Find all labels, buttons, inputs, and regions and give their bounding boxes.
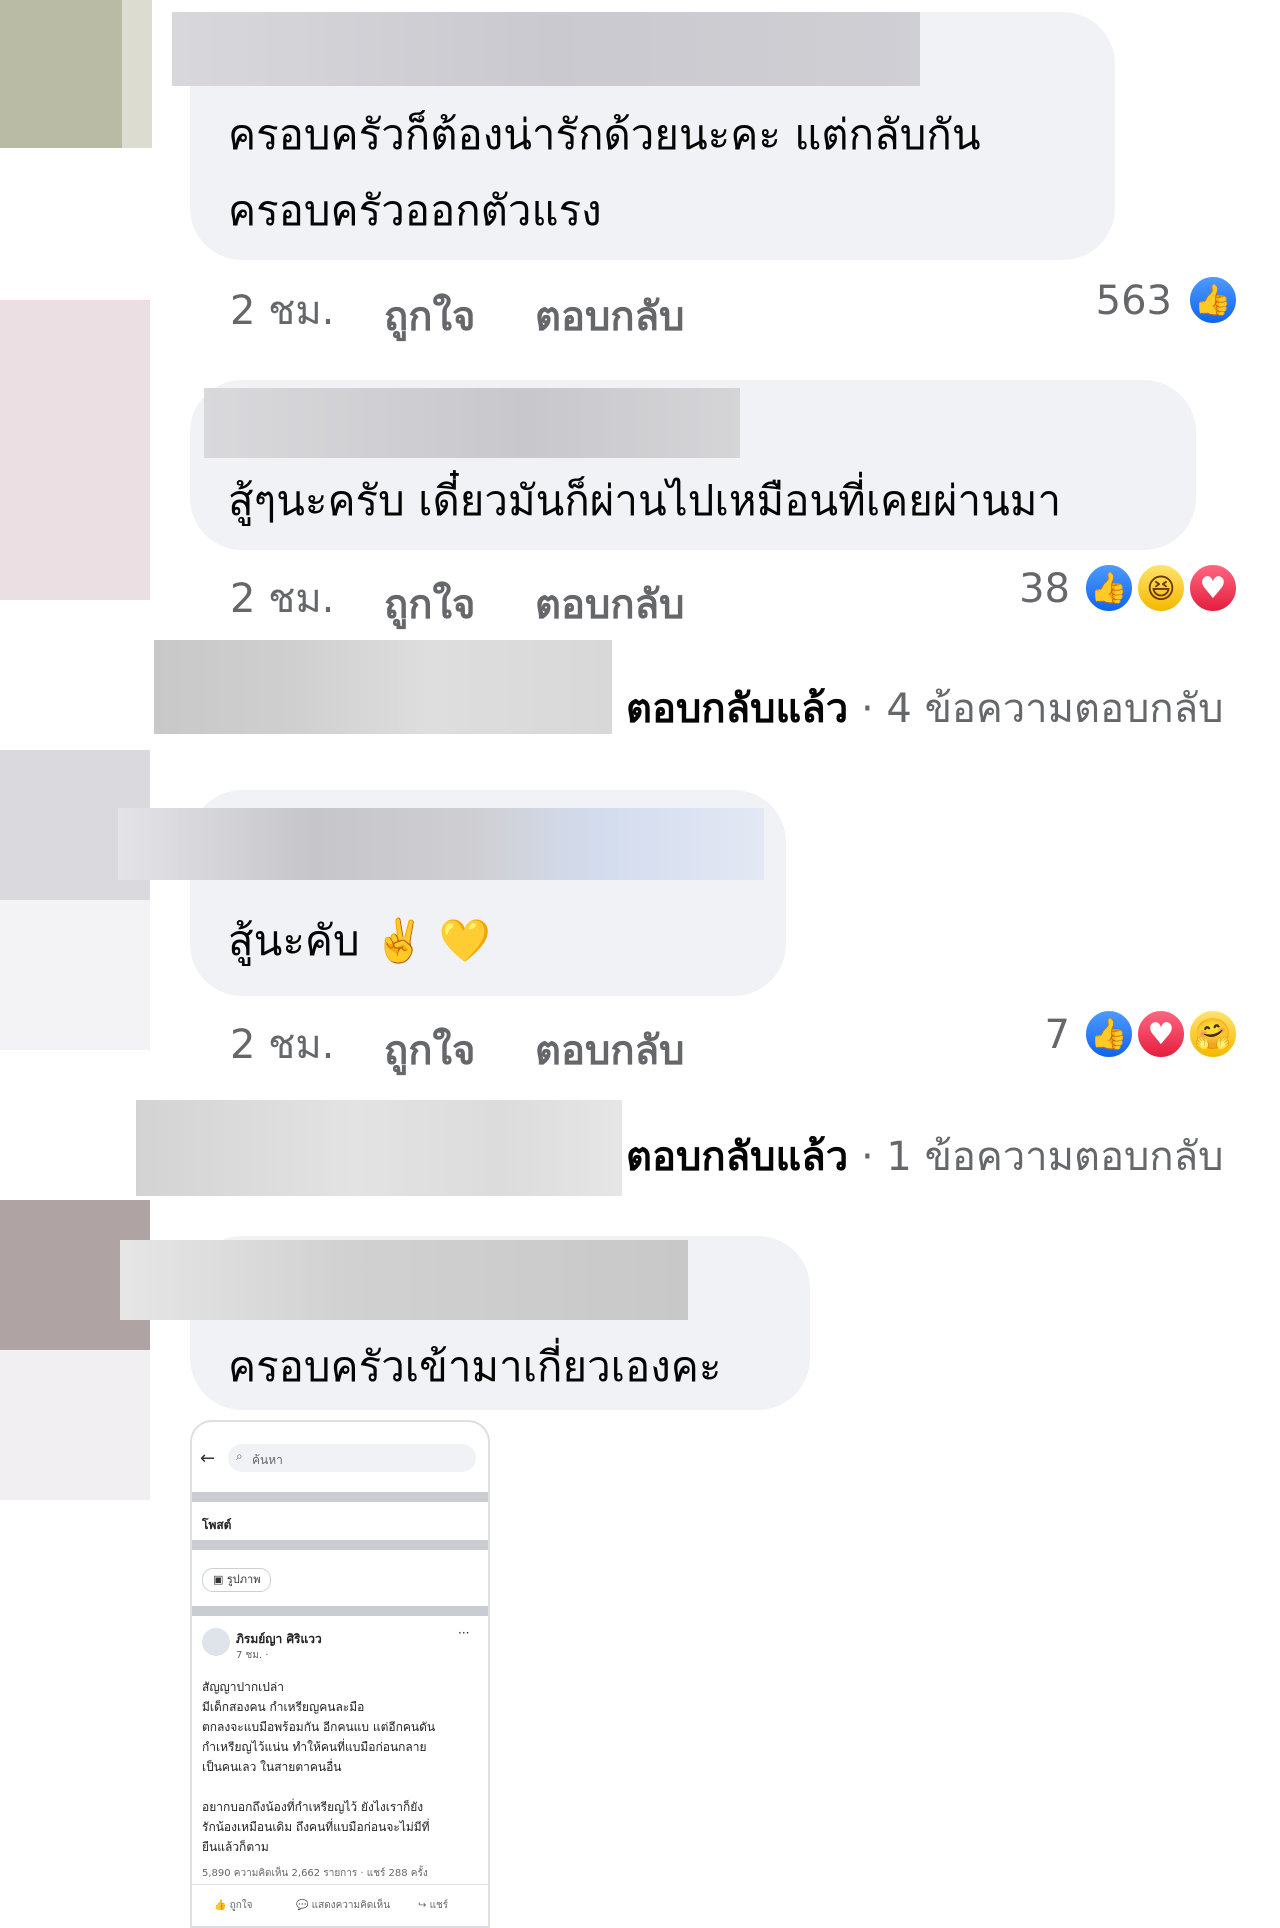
post-line: รักน้องเหมือนเดิม ถึงคนที่แบมือก่อนจะไม่… [202, 1820, 430, 1834]
post-time: 7 ชม. · [236, 1650, 269, 1661]
photo-icon: ▣ [213, 1573, 227, 1586]
blurred-reply-avatar [136, 1100, 622, 1196]
post-line: ยืนแล้วก็ตาม [202, 1840, 269, 1854]
post-share-action: ↪ แชร์ [418, 1900, 449, 1911]
blurred-avatar [0, 1350, 150, 1500]
comment-time[interactable]: 2 ชม. [230, 566, 334, 630]
divider [192, 1606, 488, 1616]
love-reaction-icon: ♥ [1186, 561, 1240, 615]
comment-text: ครอบครัวออกตัวแรง [228, 186, 602, 235]
author-avatar [202, 1628, 230, 1656]
blurred-commenter-name [172, 12, 920, 86]
divider [192, 1540, 488, 1550]
post-like-action: 👍 ถูกใจ [214, 1900, 253, 1911]
blurred-commenter-name [118, 808, 764, 880]
post-line: สัญญาปากเปล่า [202, 1680, 284, 1694]
like-button[interactable]: ถูกใจ [384, 1018, 475, 1082]
comment-text: สู้นะคับ ✌️ 💛 [228, 916, 491, 965]
post-line: ตกลงจะแบมือพร้อมกัน อีกคนแบ แต่อีกคนดัน [202, 1720, 436, 1734]
divider [192, 1884, 488, 1885]
post-line: อยากบอกถึงน้องที่กำเหรียญไว้ ยังไงเราก็ย… [202, 1800, 424, 1814]
comment-time[interactable]: 2 ชม. [230, 278, 334, 342]
divider [192, 1492, 488, 1502]
reply-button[interactable]: ตอบกลับ [535, 572, 685, 636]
post-line: เป็นคนเลว ในสายตาคนอื่น [202, 1760, 342, 1774]
blurred-commenter-name [204, 388, 740, 458]
post-line: กำเหรียญไว้แน่น ทำให้คนที่แบมือก่อนกลาย [202, 1740, 427, 1754]
reaction-count[interactable]: 7 [990, 1012, 1070, 1058]
post-stats: 5,890 ความคิดเห็น 2,662 รายการ · แชร์ 28… [202, 1868, 428, 1879]
care-reaction-icon: 🤗 [1186, 1007, 1240, 1061]
status-bar [192, 1422, 488, 1436]
post-comment-action: 💬 แสดงความคิดเห็น [296, 1900, 391, 1911]
view-replies-link[interactable]: ตอบกลับแล้ว · 1 ข้อความตอบกลับ [626, 1124, 1224, 1188]
view-replies-link[interactable]: ตอบกลับแล้ว · 4 ข้อความตอบกลับ [626, 676, 1224, 740]
like-button[interactable]: ถูกใจ [384, 284, 475, 348]
back-arrow-icon: ← [200, 1448, 216, 1469]
comment-text: ครอบครัวก็ต้องน่ารักด้วยนะคะ แต่กลับกัน [228, 110, 981, 159]
comment-time[interactable]: 2 ชม. [230, 1012, 334, 1076]
blurred-avatar [0, 300, 150, 600]
blurred-commenter-name [120, 1240, 688, 1320]
post-line: มีเด็กสองคน กำเหรียญคนละมือ [202, 1700, 365, 1714]
reaction-count[interactable]: 563 [1060, 278, 1172, 324]
comment-text: ครอบครัวเข้ามาเกี่ยวเองคะ [228, 1342, 722, 1391]
haha-reaction-icon: 😆 [1134, 561, 1188, 615]
blurred-avatar [0, 900, 150, 1050]
section-title: โพสต์ [202, 1518, 232, 1532]
search-icon: ⌕ [236, 1449, 243, 1463]
reaction-count[interactable]: 38 [960, 566, 1070, 612]
more-icon: ··· [458, 1626, 470, 1640]
like-reaction-icon: 👍 [1082, 561, 1136, 615]
blurred-avatar [0, 0, 122, 148]
like-reaction-icon: 👍 [1082, 1007, 1136, 1061]
post-author: ภิรมย์ญา ศิริแวว [236, 1632, 322, 1646]
like-reaction-icon: 👍 [1186, 273, 1240, 327]
comment-text: สู้ๆนะครับ เดี๋ยวมันก็ผ่านไปเหมือนที่เคย… [228, 476, 1062, 525]
like-button[interactable]: ถูกใจ [384, 572, 475, 636]
love-reaction-icon: ♥ [1134, 1007, 1188, 1061]
blurred-reply-avatar [154, 640, 612, 734]
search-input: ⌕ ค้นหา [228, 1444, 476, 1472]
filter-chip: ▣ รูปภาพ [202, 1568, 272, 1592]
blurred-avatar [122, 0, 152, 148]
attached-image[interactable]: ← ⌕ ค้นหา โพสต์ ▣ รูปภาพ ภิรมย์ญา ศิริแว… [190, 1420, 490, 1928]
reply-button[interactable]: ตอบกลับ [535, 284, 685, 348]
search-placeholder: ค้นหา [252, 1453, 283, 1467]
reply-button[interactable]: ตอบกลับ [535, 1018, 685, 1082]
